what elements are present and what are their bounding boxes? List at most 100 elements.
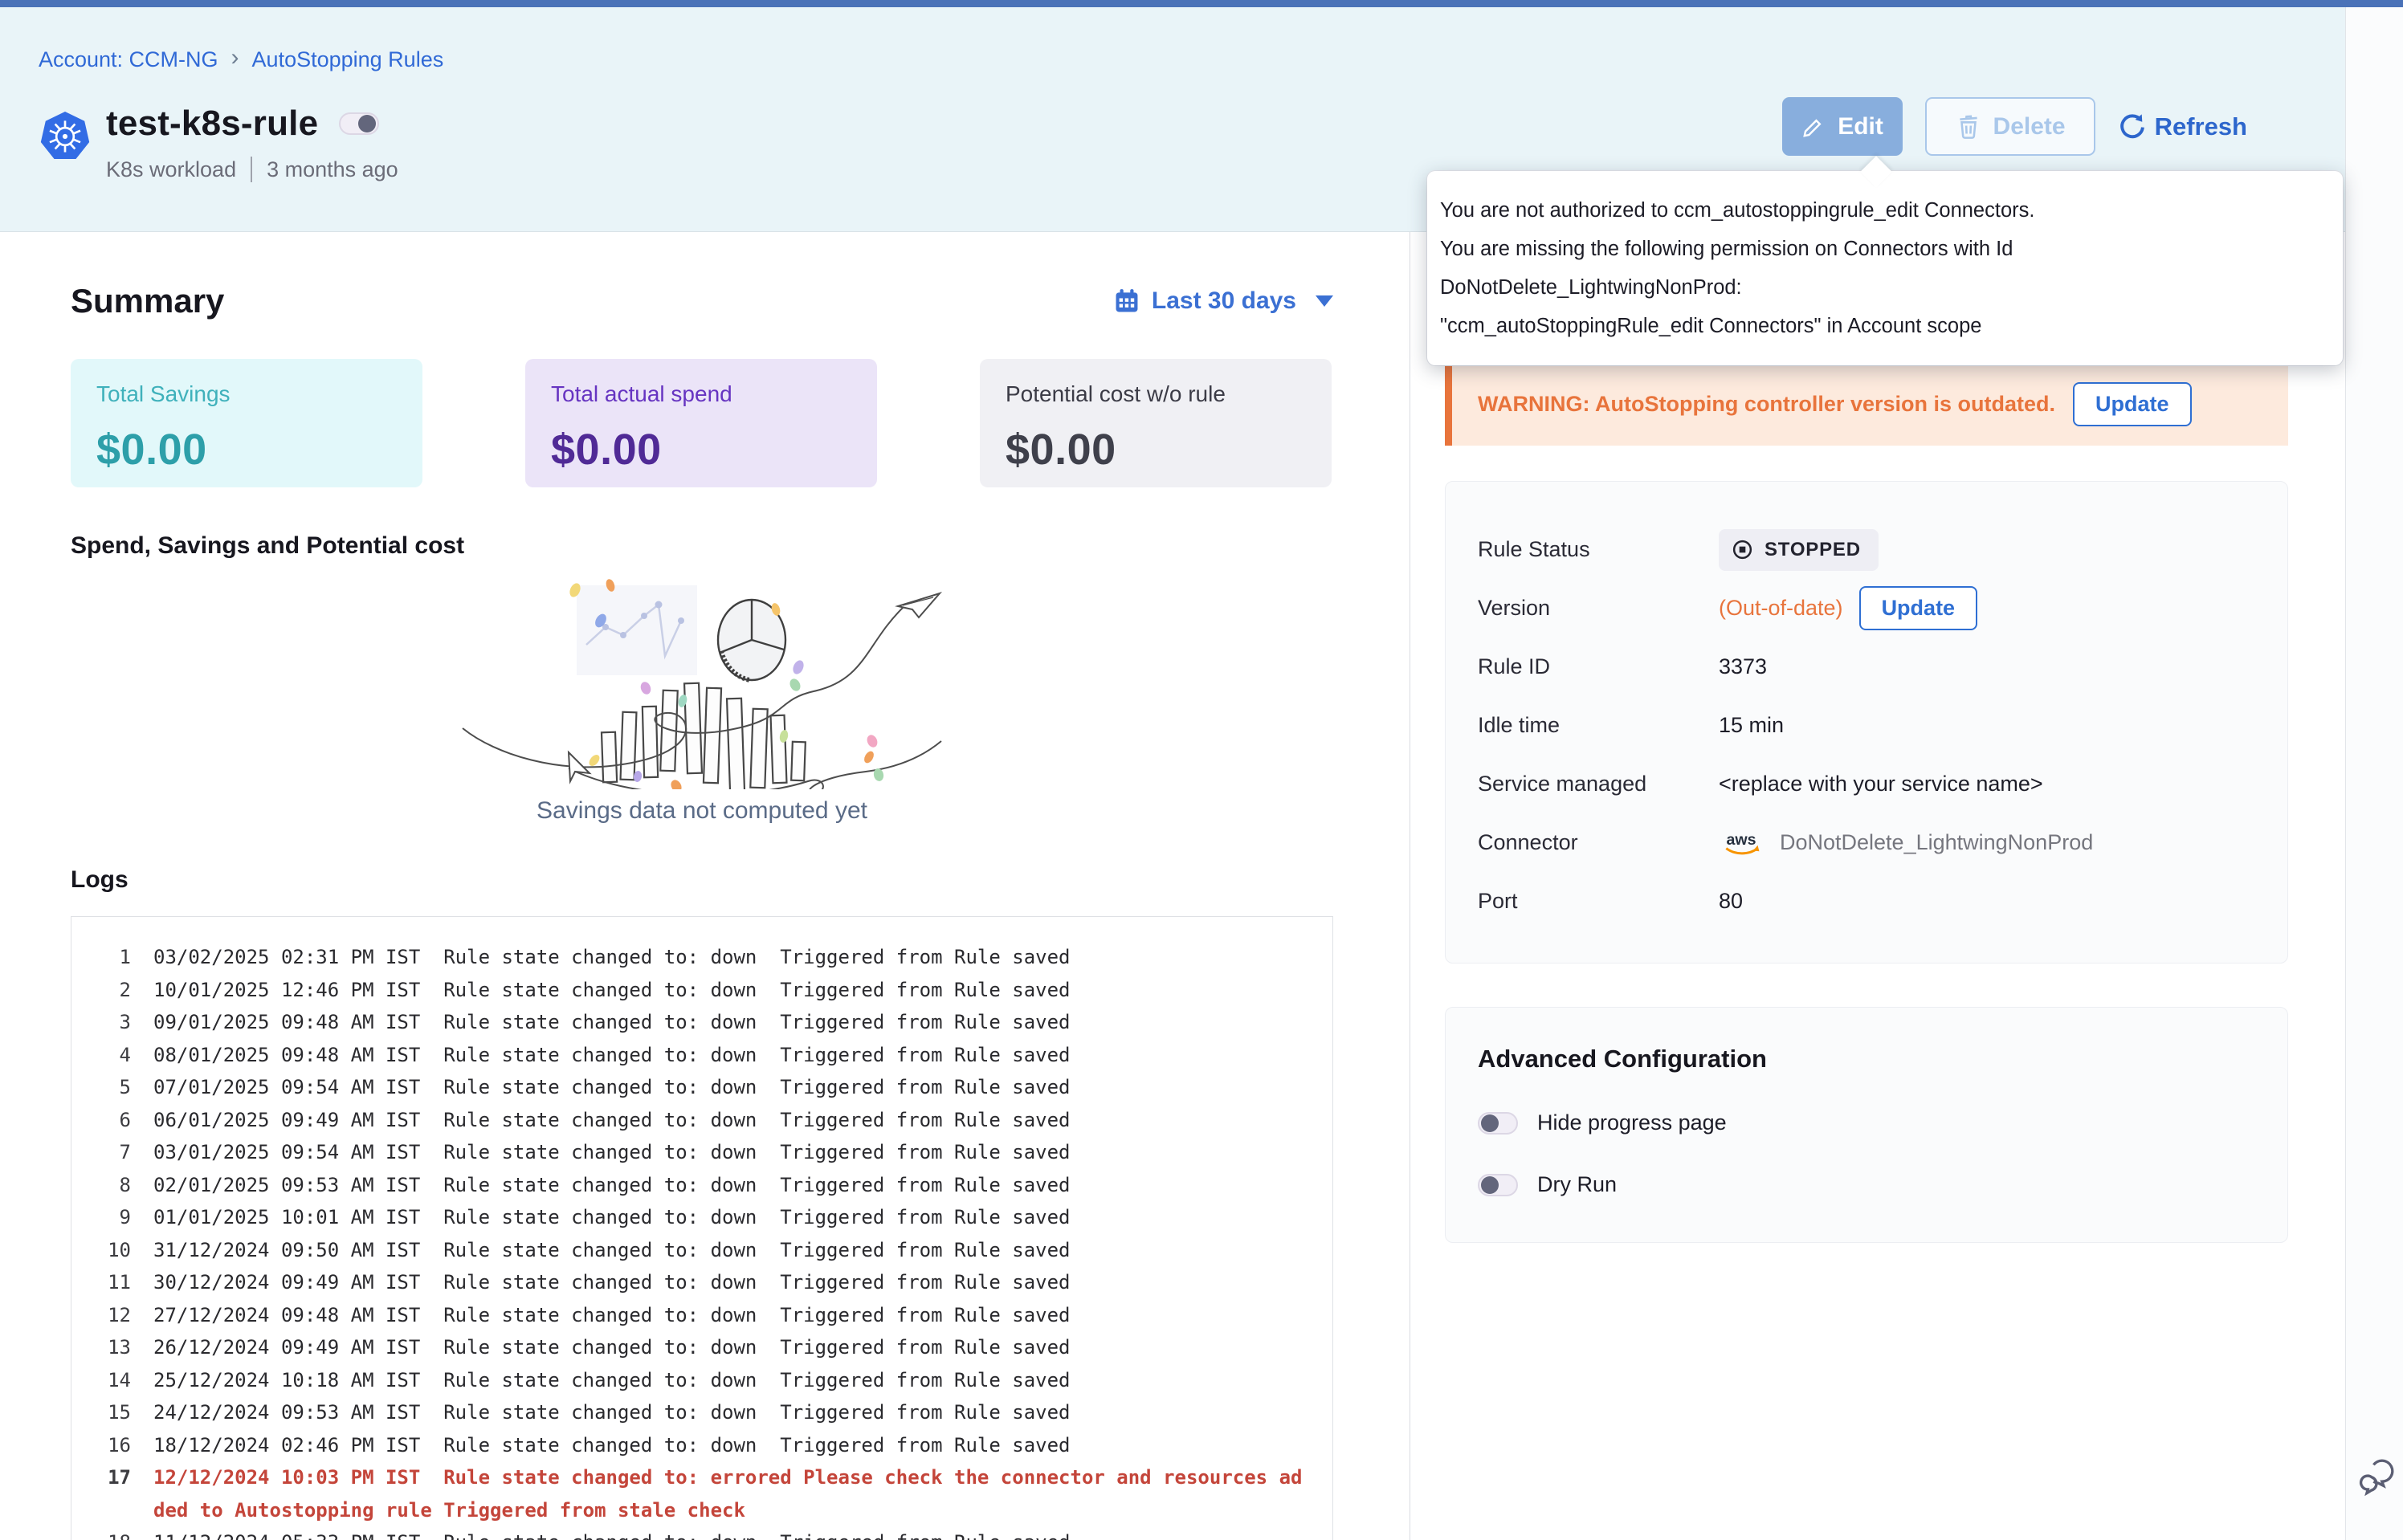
log-line: 14 25/12/2024 10:18 AM IST Rule state ch… — [86, 1364, 1316, 1397]
tooltip-line-3: "ccm_autoStoppingRule_edit Connectors" i… — [1440, 308, 2319, 346]
advanced-configuration-heading: Advanced Configuration — [1478, 1045, 2255, 1074]
controller-outdated-warning: WARNING: AutoStopping controller version… — [1445, 363, 2288, 446]
log-line: 10 31/12/2024 09:50 AM IST Rule state ch… — [86, 1234, 1316, 1267]
log-line: 17 12/12/2024 10:03 PM IST Rule state ch… — [86, 1461, 1316, 1526]
connector-name: DoNotDelete_LightwingNonProd — [1780, 830, 2093, 855]
calendar-icon — [1113, 287, 1140, 315]
permission-tooltip: You are not authorized to ccm_autostoppi… — [1427, 171, 2343, 365]
aws-icon: aws — [1719, 829, 1764, 858]
log-line-number: 18 — [86, 1526, 131, 1540]
controller-update-button[interactable]: Update — [2073, 382, 2192, 426]
rule-id-row: Rule ID 3373 — [1478, 638, 2255, 696]
meta-divider — [251, 157, 252, 182]
dry-run-toggle[interactable] — [1478, 1174, 1518, 1196]
log-line-text: 12/12/2024 10:03 PM IST Rule state chang… — [153, 1461, 1310, 1526]
log-line-number: 17 — [86, 1461, 131, 1526]
log-line-text: 03/02/2025 02:31 PM IST Rule state chang… — [153, 941, 1310, 974]
log-line-text: 08/01/2025 09:48 AM IST Rule state chang… — [153, 1039, 1310, 1072]
connector-row: Connector aws DoNotDelete_LightwingNonPr… — [1478, 813, 2255, 872]
log-line-text: 30/12/2024 09:49 AM IST Rule state chang… — [153, 1266, 1310, 1299]
refresh-icon — [2118, 112, 2147, 141]
service-managed-value: <replace with your service name> — [1719, 772, 2043, 796]
status-badge: STOPPED — [1719, 529, 1879, 571]
log-line: 2 10/01/2025 12:46 PM IST Rule state cha… — [86, 974, 1316, 1007]
breadcrumb-autostopping-rules-link[interactable]: AutoStopping Rules — [252, 47, 444, 72]
kubernetes-icon — [39, 110, 92, 165]
savings-empty-illustration — [448, 571, 962, 789]
tooltip-line-1: You are not authorized to ccm_autostoppi… — [1440, 192, 2319, 230]
advanced-configuration-card: Advanced Configuration Hide progress pag… — [1445, 1007, 2288, 1243]
log-line-number: 1 — [86, 941, 131, 974]
log-line-text: 25/12/2024 10:18 AM IST Rule state chang… — [153, 1364, 1310, 1397]
right-rail — [2345, 7, 2403, 1540]
rule-id-value: 3373 — [1719, 654, 1767, 679]
log-line-text: 31/12/2024 09:50 AM IST Rule state chang… — [153, 1234, 1310, 1267]
service-managed-row: Service managed <replace with your servi… — [1478, 755, 2255, 813]
log-line-number: 8 — [86, 1169, 131, 1202]
details-column: Details WARNING: AutoStopping controller… — [1410, 232, 2345, 1540]
date-range-select[interactable]: Last 30 days — [1113, 287, 1333, 315]
log-line-number: 3 — [86, 1006, 131, 1039]
chat-support-icon[interactable] — [2355, 1456, 2397, 1498]
log-line-number: 16 — [86, 1429, 131, 1462]
rule-details-card: Rule Status STOPPED — [1445, 481, 2288, 964]
tooltip-line-2: You are missing the following permission… — [1440, 230, 2319, 308]
summary-heading: Summary — [71, 282, 224, 320]
log-line-number: 15 — [86, 1396, 131, 1429]
log-line: 9 01/01/2025 10:01 AM IST Rule state cha… — [86, 1201, 1316, 1234]
idle-time-value: 15 min — [1719, 713, 1784, 738]
total-actual-spend-card: Total actual spend $0.00 — [525, 359, 877, 487]
breadcrumb: Account: CCM-NG › AutoStopping Rules — [39, 46, 2345, 73]
log-line-text: 02/01/2025 09:53 AM IST Rule state chang… — [153, 1169, 1310, 1202]
log-line: 18 11/12/2024 05:33 PM IST Rule state ch… — [86, 1526, 1316, 1540]
log-line-number: 6 — [86, 1104, 131, 1137]
edit-button[interactable]: Edit — [1782, 97, 1903, 156]
log-line: 8 02/01/2025 09:53 AM IST Rule state cha… — [86, 1169, 1316, 1202]
summary-column: Summary Last 30 days — [0, 232, 1410, 1540]
potential-cost-value: $0.00 — [1006, 425, 1306, 475]
log-line-number: 11 — [86, 1266, 131, 1299]
refresh-button[interactable]: Refresh — [2118, 112, 2247, 141]
log-line: 11 30/12/2024 09:49 AM IST Rule state ch… — [86, 1266, 1316, 1299]
version-update-button[interactable]: Update — [1859, 586, 1978, 630]
log-line-text: 07/01/2025 09:54 AM IST Rule state chang… — [153, 1071, 1310, 1104]
log-line: 12 27/12/2024 09:48 AM IST Rule state ch… — [86, 1299, 1316, 1332]
log-line-number: 10 — [86, 1234, 131, 1267]
rule-enabled-toggle[interactable] — [339, 112, 379, 135]
log-line: 16 18/12/2024 02:46 PM IST Rule state ch… — [86, 1429, 1316, 1462]
total-savings-value: $0.00 — [96, 425, 397, 475]
log-line: 13 26/12/2024 09:49 AM IST Rule state ch… — [86, 1331, 1316, 1364]
pencil-icon — [1801, 114, 1826, 140]
log-line: 7 03/01/2025 09:54 AM IST Rule state cha… — [86, 1136, 1316, 1169]
version-out-of-date-label: (Out-of-date) — [1719, 596, 1843, 621]
log-line-number: 9 — [86, 1201, 131, 1234]
total-actual-spend-value: $0.00 — [551, 425, 851, 475]
hide-progress-row: Hide progress page — [1478, 1110, 2255, 1135]
log-line-text: 24/12/2024 09:53 AM IST Rule state chang… — [153, 1396, 1310, 1429]
chart-section-heading: Spend, Savings and Potential cost — [71, 532, 1333, 560]
delete-button[interactable]: Delete — [1925, 97, 2095, 156]
trash-icon — [1955, 113, 1982, 141]
breadcrumb-account-link[interactable]: Account: CCM-NG — [39, 47, 218, 72]
log-line-text: 06/01/2025 09:49 AM IST Rule state chang… — [153, 1104, 1310, 1137]
rule-status-row: Rule Status STOPPED — [1478, 520, 2255, 579]
svg-text:aws: aws — [1726, 830, 1756, 848]
log-line: 15 24/12/2024 09:53 AM IST Rule state ch… — [86, 1396, 1316, 1429]
workload-type-label: K8s workload — [106, 157, 236, 182]
logs-console[interactable]: 1 03/02/2025 02:31 PM IST Rule state cha… — [71, 916, 1333, 1540]
log-line-number: 12 — [86, 1299, 131, 1332]
savings-empty-message: Savings data not computed yet — [71, 797, 1333, 825]
log-line: 4 08/01/2025 09:48 AM IST Rule state cha… — [86, 1039, 1316, 1072]
log-line-text: 01/01/2025 10:01 AM IST Rule state chang… — [153, 1201, 1310, 1234]
page-title: test-k8s-rule — [106, 104, 318, 144]
chevron-down-icon — [1316, 295, 1333, 307]
log-line-number: 7 — [86, 1136, 131, 1169]
log-line-text: 10/01/2025 12:46 PM IST Rule state chang… — [153, 974, 1310, 1007]
warning-text: WARNING: AutoStopping controller version… — [1478, 392, 2055, 417]
log-line: 5 07/01/2025 09:54 AM IST Rule state cha… — [86, 1071, 1316, 1104]
log-line-number: 5 — [86, 1071, 131, 1104]
hide-progress-toggle[interactable] — [1478, 1112, 1518, 1135]
log-line-text: 27/12/2024 09:48 AM IST Rule state chang… — [153, 1299, 1310, 1332]
stopped-icon — [1732, 539, 1753, 560]
top-accent-bar — [0, 0, 2403, 7]
